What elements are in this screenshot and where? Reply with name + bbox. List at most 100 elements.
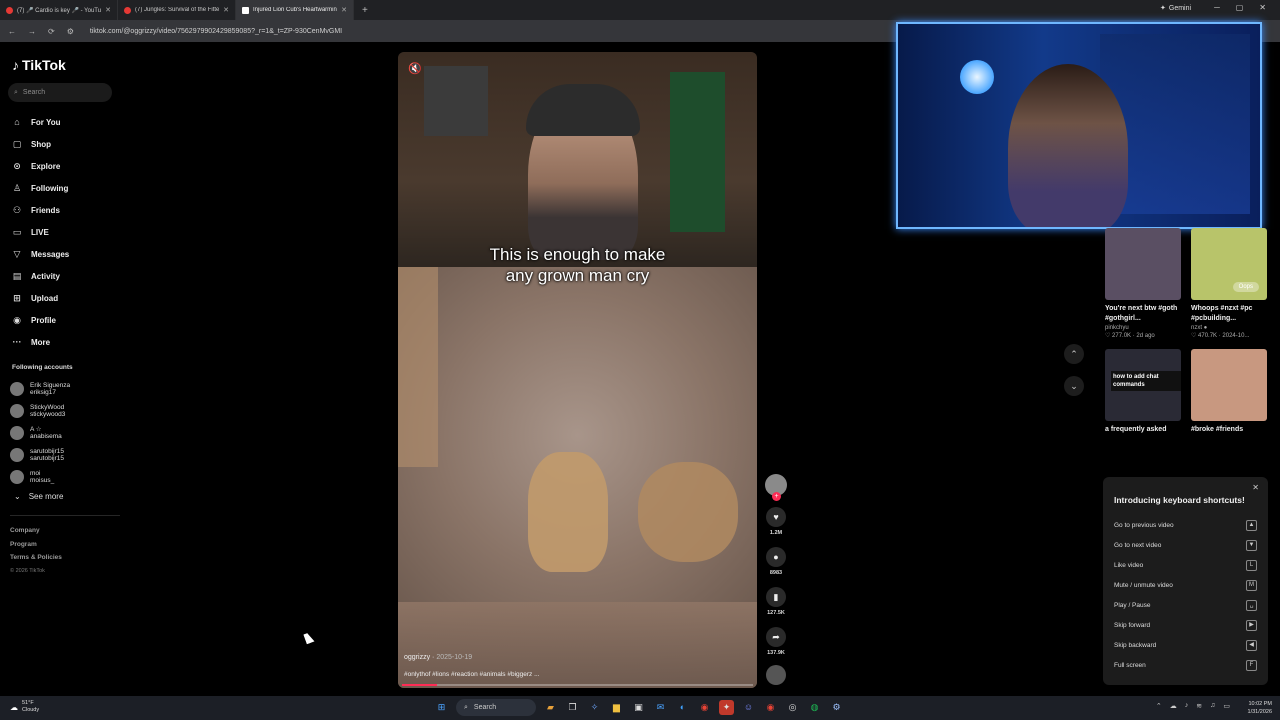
video-thumbnail-card[interactable]: #broke #friends <box>1191 349 1267 435</box>
new-tab-button[interactable]: + <box>354 5 376 16</box>
bookmark-icon: ▮ <box>766 587 786 607</box>
chevron-up-icon[interactable]: ⌃ <box>1156 702 1162 710</box>
sidebar-item-shop[interactable]: ▢ Shop <box>12 133 112 155</box>
account-item[interactable]: sarutobijr15 sarutobijr15 <box>10 444 120 466</box>
cloud-sync-icon[interactable]: ☁ <box>1170 702 1177 710</box>
next-video-button[interactable]: ⌄ <box>1064 376 1084 396</box>
music-disc-icon[interactable] <box>766 665 786 685</box>
video-hashtags[interactable]: #onlythof #lions #reaction #animals #big… <box>404 671 540 678</box>
tiktok-logo[interactable]: ♪ TikTok <box>12 57 66 73</box>
footer-link-terms[interactable]: Terms & Policies <box>10 551 62 565</box>
browser-tab[interactable]: (7) Jungles: Survival of the Fittest ✕ <box>118 0 236 20</box>
gemini-button[interactable]: ✦ Gemini <box>1160 4 1191 13</box>
obs-icon[interactable]: ◎ <box>785 700 800 715</box>
more-icon: ··· <box>12 337 22 347</box>
sidebar-item-for-you[interactable]: ⌂ For You <box>12 111 112 133</box>
sidebar-item-explore[interactable]: ⊙ Explore <box>12 155 112 177</box>
comment-action[interactable]: ● 8983 <box>766 547 786 576</box>
reload-icon[interactable]: ⟳ <box>48 27 55 36</box>
key-right-icon: ▶ <box>1246 619 1257 631</box>
thumbnail-author[interactable]: pinkchyu <box>1105 324 1181 332</box>
close-tab-icon[interactable]: ✕ <box>105 6 111 14</box>
thumbnail-author[interactable]: nzxt ● <box>1191 324 1267 332</box>
account-item[interactable]: A ☆ anabisema <box>10 422 120 444</box>
spotify-icon[interactable]: ◍ <box>807 700 822 715</box>
search-input[interactable]: ⌕ Search <box>8 83 112 102</box>
minimize-icon[interactable]: ─ <box>1214 3 1220 12</box>
wifi-icon[interactable]: ≋ <box>1196 702 1202 710</box>
video-author[interactable]: oggrizzy <box>404 654 430 661</box>
app-icon[interactable]: ✦ <box>719 700 734 715</box>
sidebar-item-more[interactable]: ··· More <box>12 331 112 353</box>
see-more-button[interactable]: ⌄ See more <box>14 492 63 501</box>
video-progress-bar[interactable] <box>402 684 753 686</box>
close-window-icon[interactable]: ✕ <box>1259 3 1266 12</box>
thumbnail-title[interactable]: Whoops #nzxt #pc #pcbuilding... <box>1191 304 1267 324</box>
sidebar-item-upload[interactable]: ⊞ Upload <box>12 287 112 309</box>
task-view-icon[interactable]: ❐ <box>565 700 580 715</box>
sidebar-item-profile[interactable]: ◉ Profile <box>12 309 112 331</box>
sidebar-item-activity[interactable]: ▤ Activity <box>12 265 112 287</box>
steam-icon[interactable]: ⚙ <box>829 700 844 715</box>
sidebar-item-following[interactable]: ♙ Following <box>12 177 112 199</box>
copilot-icon[interactable]: ✧ <box>587 700 602 715</box>
thumbnail-title[interactable]: #broke #friends <box>1191 425 1267 435</box>
see-more-label: See more <box>28 492 64 501</box>
sidebar-item-messages[interactable]: ▽ Messages <box>12 243 112 265</box>
volume-icon[interactable]: ♫ <box>1210 702 1215 710</box>
back-icon[interactable]: ← <box>8 27 16 36</box>
taskbar-search[interactable]: ⌕ Search <box>456 699 536 716</box>
video-player[interactable]: This is enough to make any grown man cry… <box>398 52 757 688</box>
chrome-icon[interactable]: ◉ <box>763 700 778 715</box>
account-item[interactable]: Erik Siguenza eriksig17 <box>10 378 120 400</box>
close-icon[interactable]: ✕ <box>1252 483 1259 492</box>
site-info-icon[interactable]: ⚙ <box>67 27 74 36</box>
video-thumbnail-card[interactable]: how to add chat commands a frequently as… <box>1105 349 1181 435</box>
save-action[interactable]: ▮ 127.5K <box>766 587 786 616</box>
sidebar-item-live[interactable]: ▭ LIVE <box>12 221 112 243</box>
windows-start-icon[interactable]: ⊞ <box>434 700 449 715</box>
weather-widget[interactable]: ☁ 51°F Cloudy <box>10 700 39 714</box>
mute-icon[interactable]: 🔇 <box>408 62 422 75</box>
thumbnail-image[interactable]: how to add chat commands <box>1105 349 1181 421</box>
account-name: sarutobijr15 <box>30 448 64 455</box>
clock-date: 1/31/2026 <box>1247 709 1272 715</box>
shortcut-row: Like video L <box>1114 555 1257 575</box>
browser-tab-active[interactable]: Injured Lion Cub's Heartwarming ✕ <box>236 0 354 20</box>
thumbnail-title[interactable]: You're next btw #goth #gothgirl... <box>1105 304 1181 324</box>
widget-icon[interactable]: ▰ <box>543 700 558 715</box>
nav-label: Activity <box>31 271 60 281</box>
url-field[interactable]: tiktok.com/@oggrizzy/video/7562979902429… <box>90 28 342 35</box>
account-item[interactable]: StickyWood stickywood3 <box>10 400 120 422</box>
battery-icon[interactable]: ▭ <box>1223 702 1230 710</box>
taskbar-clock[interactable]: 10:02 PM 1/31/2026 <box>1248 700 1272 716</box>
store-icon[interactable]: ▣ <box>631 700 646 715</box>
like-action[interactable]: ♥ 1.2M <box>766 507 786 536</box>
microphone-icon[interactable]: ♪ <box>1185 702 1189 710</box>
forward-icon[interactable]: → <box>28 27 36 36</box>
creator-avatar[interactable]: + <box>765 474 787 501</box>
comment-icon: ● <box>766 547 786 567</box>
discord-icon[interactable]: ☺ <box>741 700 756 715</box>
previous-video-button[interactable]: ⌃ <box>1064 344 1084 364</box>
thumbnail-image[interactable] <box>1105 228 1181 300</box>
file-explorer-icon[interactable]: ▆ <box>609 700 624 715</box>
sidebar-item-friends[interactable]: ⚇ Friends <box>12 199 112 221</box>
video-thumbnail-card[interactable]: Oops Whoops #nzxt #pc #pcbuilding... nzx… <box>1191 228 1267 340</box>
close-tab-icon[interactable]: ✕ <box>223 6 229 14</box>
account-item[interactable]: moi moisus_ <box>10 466 120 488</box>
browser-tab[interactable]: (7) 🎤 Cardio is key 🎤 - YouTube ✕ <box>0 0 118 20</box>
thumbnail-image[interactable] <box>1191 349 1267 421</box>
footer-link-program[interactable]: Program <box>10 538 62 552</box>
maximize-icon[interactable]: ▢ <box>1236 3 1244 12</box>
share-action[interactable]: ➦ 137.9K <box>766 627 786 656</box>
chrome-icon[interactable]: ◉ <box>697 700 712 715</box>
thumbnail-title[interactable]: a frequently asked <box>1105 425 1181 435</box>
close-tab-icon[interactable]: ✕ <box>341 6 347 14</box>
thumbnail-image[interactable]: Oops <box>1191 228 1267 300</box>
edge-icon[interactable]: ◐ <box>675 700 690 715</box>
video-thumbnail-card[interactable]: You're next btw #goth #gothgirl... pinkc… <box>1105 228 1181 340</box>
footer-link-company[interactable]: Company <box>10 524 62 538</box>
follow-plus-icon[interactable]: + <box>772 492 781 501</box>
outlook-icon[interactable]: ✉ <box>653 700 668 715</box>
